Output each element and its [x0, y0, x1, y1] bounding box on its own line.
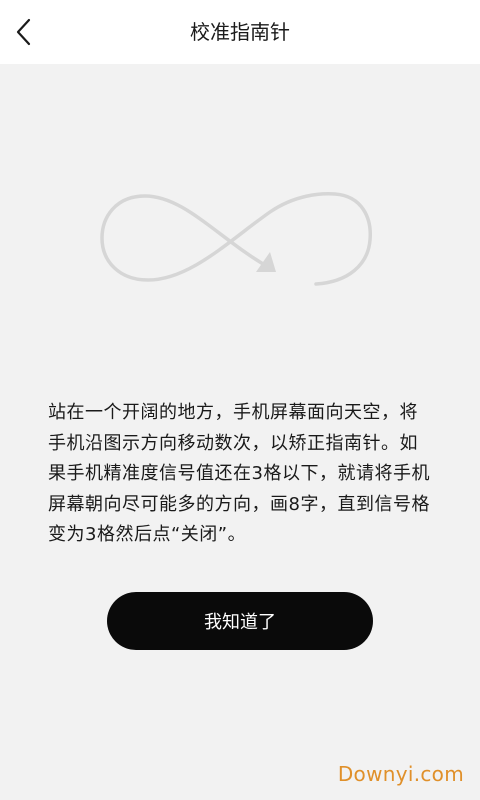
figure-eight-arrow-icon [100, 192, 372, 286]
watermark-logo: Downyi.com [337, 762, 464, 786]
got-it-button[interactable]: 我知道了 [107, 592, 373, 650]
page-title: 校准指南针 [190, 20, 290, 44]
instruction-text: 站在一个开阔的地方，手机屏幕面向天空，将 手机沿图示方向移动数次，以矫正指南针。… [48, 402, 430, 545]
header: 校准指南针 [0, 0, 480, 64]
